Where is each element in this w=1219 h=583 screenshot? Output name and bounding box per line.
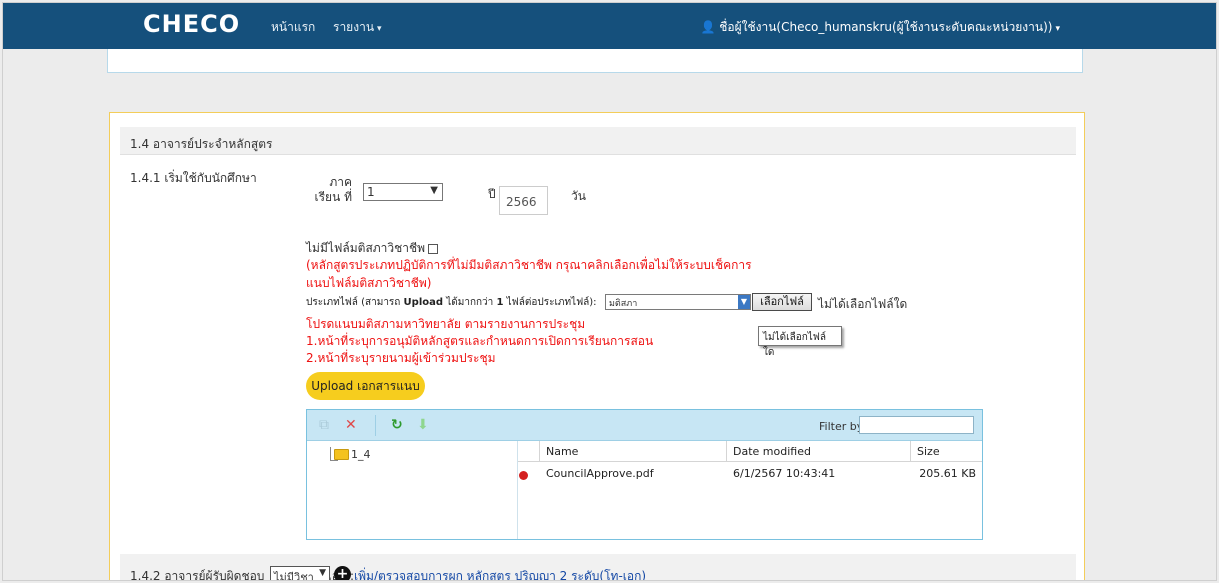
- term-value: 1: [367, 185, 375, 199]
- instruction-line: โปรดแนบมติสภามหาวิทยาลัย ตามรายงานการประ…: [306, 317, 586, 331]
- chevron-down-icon: ▼: [738, 295, 750, 309]
- row-start-label: 1.4.1 เริ่มใช้กับนักศึกษา: [130, 171, 257, 185]
- file-tooltip: ไม่ได้เลือกไฟล์ใด: [758, 326, 842, 358]
- filetype-label-bold: Upload: [403, 297, 444, 308]
- file-manager-toolbar: ⧉ ✕ ↻ ⬇ Filter by:: [307, 410, 982, 441]
- term-label: ภาคเรียน ที่: [314, 175, 352, 204]
- no-file-chosen-text: ไม่ได้เลือกไฟล์ใด: [818, 297, 908, 311]
- column-header-size[interactable]: Size: [911, 441, 982, 462]
- nav-report-label: รายงาน: [333, 20, 375, 34]
- no-license-label: ไม่มีไฟล์มติสภาวิชาชีพ: [306, 241, 426, 255]
- add-circle-icon[interactable]: +: [334, 566, 351, 580]
- filetype-value: มติสภา: [609, 299, 638, 309]
- choose-file-button[interactable]: เลือกไฟล์: [752, 293, 812, 311]
- top-panel: [107, 49, 1083, 73]
- instruction-line: 2.หน้าที่ระบุรายนามผู้เข้าร่วมประชุม: [306, 351, 496, 365]
- day-label: วัน: [571, 189, 586, 203]
- year-input[interactable]: 2566: [499, 186, 548, 215]
- tree-folder-label: 1_4: [351, 447, 371, 461]
- row-responsible-label: 1.4.2 อาจารย์ผู้รับผิดชอบ: [130, 569, 265, 581]
- instruction-line: 1.หน้าที่ระบุการอนุมัติหลักสูตรและกำหนดก…: [306, 334, 654, 348]
- file-modified: 6/1/2567 10:43:41: [733, 467, 836, 480]
- main-panel: 1.4 อาจารย์ประจำหลักสูตร 1.4.1 เริ่มใช้ก…: [109, 112, 1085, 581]
- user-name: ชื่อผู้ใช้งาน(Checo_humanskru(ผู้ใช้งานร…: [719, 20, 1053, 34]
- section-title: 1.4 อาจารย์ประจำหลักสูตร: [120, 127, 1076, 155]
- navbar: CHECO หน้าแรก รายงาน ▾ 👤 ชื่อผู้ใช้งาน(Ch…: [3, 3, 1216, 49]
- user-menu[interactable]: 👤 ชื่อผู้ใช้งาน(Checo_humanskru(ผู้ใช้งา…: [700, 18, 1060, 37]
- year-label: ปี: [488, 187, 496, 201]
- filter-input[interactable]: [859, 416, 974, 434]
- major-value: ไม่มีวิชาเอก: [274, 571, 314, 581]
- major-select[interactable]: ไม่มีวิชาเอก ▼: [270, 566, 330, 581]
- nav-report-menu[interactable]: รายงาน ▾: [333, 18, 382, 37]
- no-license-note: (หลักสูตรประเภทปฏิบัติการที่ไม่มีมติสภาว…: [306, 258, 752, 290]
- term-select[interactable]: 1 ▼: [363, 183, 443, 201]
- filetype-select[interactable]: มติสภา ▼: [605, 294, 751, 310]
- caret-down-icon: ▾: [377, 24, 382, 34]
- file-name[interactable]: CouncilApprove.pdf: [540, 466, 727, 484]
- toolbar-divider: [375, 415, 376, 436]
- filetype-label-prefix: ประเภทไฟล์ (สามารถ: [306, 297, 404, 308]
- filetype-label-mid: ได้มากกว่า: [443, 297, 497, 308]
- user-icon: 👤: [700, 20, 716, 34]
- filetype-label: ประเภทไฟล์ (สามารถ Upload ได้มากกว่า 1 ไ…: [306, 295, 597, 310]
- pdf-icon: [519, 471, 528, 480]
- copy-icon[interactable]: ⧉: [319, 417, 329, 433]
- nav-home[interactable]: หน้าแรก: [271, 18, 315, 37]
- tree-connector: [330, 447, 338, 461]
- caret-down-icon: ▾: [1055, 24, 1060, 34]
- no-license-checkbox[interactable]: [428, 243, 439, 254]
- refresh-icon[interactable]: ↻: [391, 417, 403, 433]
- download-icon[interactable]: ⬇: [417, 417, 429, 433]
- browser-frame: CHECO หน้าแรก รายงาน ▾ 👤 ชื่อผู้ใช้งาน(Ch…: [2, 2, 1217, 581]
- folder-tree: 1_4: [307, 441, 518, 539]
- file-manager: ⧉ ✕ ↻ ⬇ Filter by: 1_4 Name Date modifie…: [306, 409, 983, 540]
- tree-node[interactable]: 1_4: [317, 447, 371, 461]
- chevron-down-icon: ▼: [319, 568, 326, 578]
- file-size: 205.61 KB: [919, 467, 976, 480]
- chevron-down-icon: ▼: [430, 185, 438, 196]
- upload-attachment-button[interactable]: Upload เอกสารแนบ: [306, 372, 425, 400]
- column-header-icon: [518, 441, 540, 462]
- delete-icon[interactable]: ✕: [345, 417, 357, 433]
- add-check-program-link[interactable]: เพิ่ม/ตรวจสอบการผูก หลักสูตร ปริญญา 2 ระ…: [354, 567, 646, 580]
- instructions: โปรดแนบมติสภามหาวิทยาลัย ตามรายงานการประ…: [306, 316, 653, 367]
- brand-logo[interactable]: CHECO: [143, 10, 240, 38]
- column-header-name[interactable]: Name: [540, 441, 727, 462]
- column-header-modified[interactable]: Date modified: [727, 441, 911, 462]
- filetype-label-suffix: ไฟล์ต่อประเภทไฟล์):: [503, 297, 597, 308]
